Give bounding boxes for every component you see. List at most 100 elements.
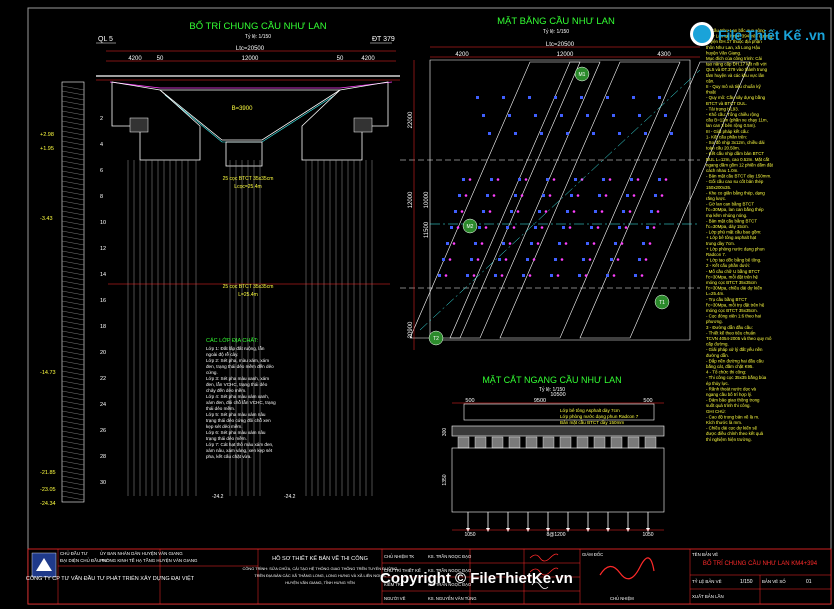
plan-pile-marker (612, 274, 616, 277)
plan-left-dim-1: 22000 (408, 111, 414, 128)
layer-note-line: Lớp 4: Sét pha màu xám xanh, (206, 394, 269, 399)
plan-pile (450, 226, 453, 229)
plan-pile (618, 226, 621, 229)
elev-dim-1: 4200 (128, 56, 142, 62)
depth-tick: 18 (100, 324, 106, 330)
right-abutment (301, 81, 389, 161)
note-line: lan can 2 bên rộng 0.5m). (706, 123, 756, 128)
plan-pile (654, 194, 657, 197)
plan-pile (644, 132, 647, 135)
owner-value-1: ỦY BAN NHÂN DÂN HUYỆN VĂN GIANG (100, 551, 183, 556)
layer-note-line: xám đen, đôi chỗ lẫn VCHC, trạng (206, 399, 276, 405)
plan-pile-marker (472, 274, 476, 277)
plan-pile-marker (556, 274, 560, 277)
elev-dim-2: 50 (157, 56, 164, 62)
elevation-label: +1.95 (40, 146, 54, 152)
plan-pile (474, 242, 477, 245)
section-note-2: Lớp phòng nước dạng phun Radcon 7 (560, 414, 639, 419)
girder (474, 436, 487, 449)
layer-note-line: Lớp 2: Sét pha, màu xám, xám (206, 358, 269, 363)
note-line: trung dày 7cm. (706, 241, 735, 246)
project-title: HỒ SƠ THIẾT KẾ BẢN VẼ THI CÔNG (272, 555, 368, 562)
plan-pile (540, 132, 543, 135)
pile-length: L=25.4m (238, 292, 258, 298)
ratio-label: TỶ LỆ BẢN VẼ (692, 579, 722, 584)
plan-pile (664, 114, 667, 117)
plan-pile (602, 178, 605, 181)
plan-pile (442, 258, 445, 261)
plan-pile (466, 274, 469, 277)
pile-note-center: 25 cọc BTCT 35x35cm (223, 176, 274, 182)
plan-pile (538, 210, 541, 213)
note-line: - Cọc đóng xiên 1:6 theo hai (706, 314, 761, 319)
layer-note-line: đen, lẫn VCHC, trạng thái dẻo (206, 381, 268, 387)
layer-note-line: trạng thái dẻo mềm. (206, 436, 247, 441)
elevation-label: -3.43 (40, 216, 53, 222)
plan-pile-marker (444, 274, 448, 277)
depth-tick: 24 (100, 402, 106, 408)
plan-pile-marker (508, 242, 512, 245)
elevation-label: -14.73 (40, 370, 56, 376)
plan-pile (486, 194, 489, 197)
plan-pile (522, 274, 525, 277)
plan-pile (638, 114, 641, 117)
note-line: cận. (706, 78, 714, 83)
plan-pile (592, 132, 595, 135)
plan-left-dim-2: 12000 (408, 191, 414, 208)
plan-left-dim-5: 20900 (408, 321, 414, 338)
plan-view: MẶT BẰNG CẦU NHƯ LAN Tỷ lệ: 1/150 Ltc=20… (400, 16, 751, 350)
note-line: - Rãnh thoát nước dọc và (706, 386, 757, 391)
left-abutment (111, 81, 201, 161)
depth-tick: 12 (100, 246, 106, 252)
note-line: thuật (706, 90, 717, 95)
plan-pile (482, 210, 485, 213)
plan-pile (658, 96, 661, 99)
note-line: mạ kẽm nhúng nóng. (706, 213, 747, 218)
elevation-view: BỐ TRÍ CHUNG CẦU NHƯ LAN Tỷ lệ: 1/150 QL… (40, 20, 400, 507)
section-bottom-dim-3: 1050 (642, 532, 653, 538)
note-line: răng lược. (706, 196, 726, 201)
layers-title: CÁC LỚP ĐỊA CHẤT: (206, 337, 259, 344)
plan-pile (594, 210, 597, 213)
plan-pile (574, 178, 577, 181)
depth-tick: 6 (100, 168, 103, 174)
note-line: cấp đường. (706, 342, 729, 347)
plan-pile (534, 114, 537, 117)
plan-total-length: Ltc=20500 (546, 42, 575, 48)
note-line: - Khe co giãn bằng thép, dạng (706, 190, 765, 195)
plan-pile (638, 258, 641, 261)
note-line: cầu B=12m (phần xe chạy 11m, (706, 118, 768, 123)
plan-pile (528, 96, 531, 99)
note-line: - Sơ đồ nhịp 3x12m, chiều dài (706, 140, 765, 145)
plan-pile (606, 274, 609, 277)
depth-tick: 14 (100, 272, 106, 278)
plan-left-dim-3: 11500 (424, 221, 430, 238)
layer-note-line: Lớp 6: Sét pha màu xám nâu (206, 430, 266, 435)
plan-pile (514, 194, 517, 197)
plan-pile-marker (624, 226, 628, 229)
note-line: tâm huyện và các khu vực lân (706, 73, 765, 78)
general-notes: 1. Cầu Như Lan bắc qua sôngNhư Lan tại K… (706, 28, 774, 442)
plan-pile-marker (648, 242, 652, 245)
owner-label-1: CHỦ ĐẦU TƯ (60, 551, 88, 556)
elev-dim-3: 12000 (242, 56, 259, 62)
plan-scale: Tỷ lệ: 1/150 (543, 28, 569, 35)
note-line: 1- Kết cấu phần trên: (706, 134, 747, 139)
plan-pile (488, 132, 491, 135)
layer-note-line: chảy đến dẻo mềm. (206, 388, 246, 393)
plan-pile-marker (572, 210, 576, 213)
sheet-no-value: 01 (806, 579, 812, 585)
plan-pile (670, 132, 673, 135)
plan-pile (606, 96, 609, 99)
note-line: III - Giải pháp kết cấu: (706, 129, 749, 134)
plan-pile (482, 114, 485, 117)
girder (627, 436, 640, 449)
pile-length-center: Lcọc=25.4m (234, 184, 261, 190)
plan-pile (570, 194, 573, 197)
name-4: KS. NGUYỄN VĂN TÙNG (428, 596, 477, 601)
plan-pile (506, 226, 509, 229)
plan-pile-marker (600, 210, 604, 213)
project-sub-1: CÔNG TRÌNH: SỬA CHỮA, CẢI TẠO HỆ THỐNG G… (243, 566, 398, 571)
plan-band (449, 61, 601, 339)
plan-pile-marker (608, 178, 612, 181)
